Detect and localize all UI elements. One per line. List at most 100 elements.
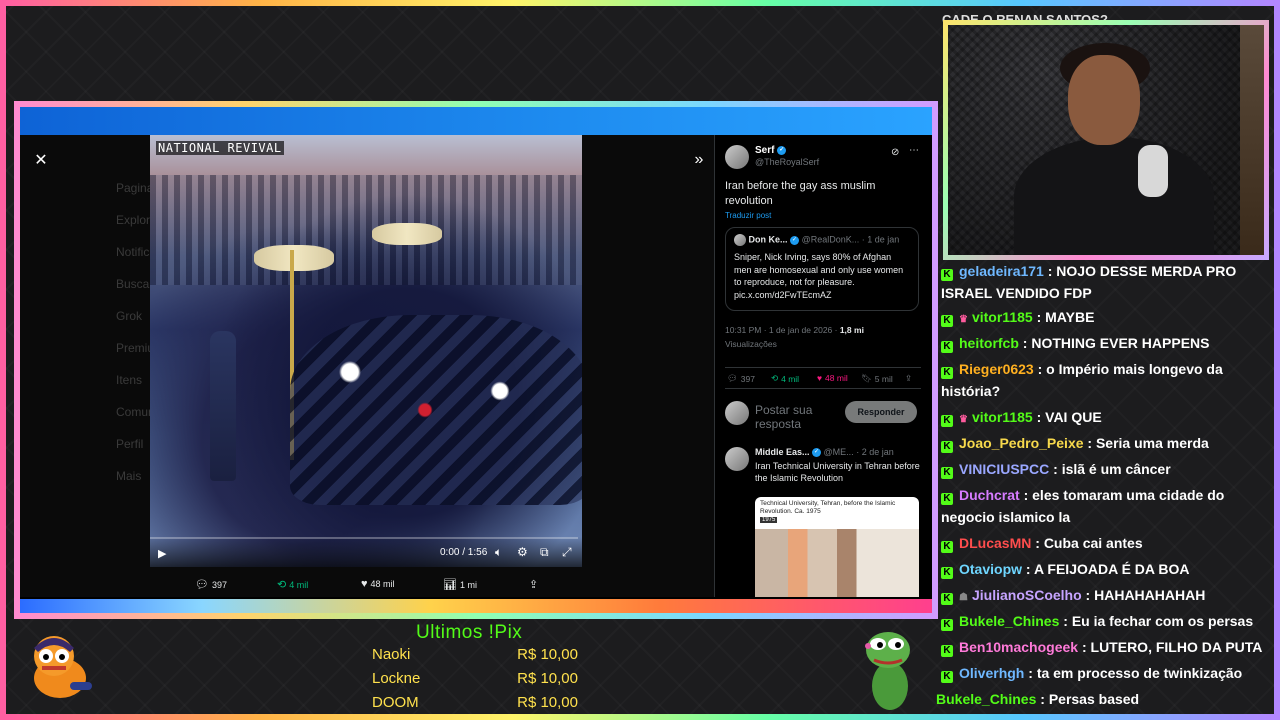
kick-icon: K <box>941 341 953 353</box>
repost-action[interactable]: ⟲ 4 mil <box>771 373 799 384</box>
heart-icon: ♥ <box>817 373 823 383</box>
kick-icon: K <box>941 467 953 479</box>
pix-amount: R$ 10,00 <box>517 646 578 663</box>
chat-username[interactable]: Bukele_Chines <box>936 691 1036 707</box>
chat-username[interactable]: JiulianoSCoelho <box>972 587 1082 603</box>
like-count: 48 mil <box>370 579 395 589</box>
quote-date: · 1 de jan <box>861 234 900 245</box>
more-icon[interactable]: ⋯ <box>909 145 919 156</box>
chat-username[interactable]: Rieger0623 <box>959 361 1034 377</box>
chat-message: Kheitorfcb : NOTHING EVER HAPPENS <box>941 332 1263 354</box>
like-stat[interactable]: ♥ 48 mil <box>361 578 395 590</box>
streamer-body <box>1014 137 1214 255</box>
volume-icon[interactable]: 🔈︎ <box>495 545 502 560</box>
mascot-icon <box>34 636 92 698</box>
chat-message: K Otaviopw : A FEIJOADA É DA BOA <box>941 558 1263 580</box>
chat-username[interactable]: geladeira171 <box>959 263 1044 279</box>
post-views-count: 1,8 mi <box>839 325 864 335</box>
video-crowd <box>150 175 582 285</box>
chat-text: Eu ia fechar com os persas <box>1071 613 1254 629</box>
play-icon[interactable]: ▶ <box>158 547 166 560</box>
reply-composer: Postar sua resposta Responder <box>725 397 921 433</box>
chat-text: LUTERO, FILHO DA PUTA <box>1090 639 1263 655</box>
verified-icon: ✓ <box>777 145 787 155</box>
share-icon[interactable]: ⇪ <box>905 373 912 384</box>
video-eagle-standard <box>254 245 334 271</box>
chat-message: K VINICIUSPCC : islã é um câncer <box>941 458 1263 480</box>
reply-stat[interactable]: 💬︎ 397 <box>195 578 227 591</box>
reply-date: · 2 de jan <box>856 447 894 457</box>
pip-icon[interactable]: ⧉ <box>540 545 549 560</box>
kick-icon: K <box>941 367 953 379</box>
repost-stat[interactable]: ⟲ 4 mil <box>277 578 308 591</box>
chat-username[interactable]: DLucasMN <box>959 535 1031 551</box>
chat-username[interactable]: Otaviopw <box>959 561 1022 577</box>
chat-username[interactable]: Ben10machogeek <box>959 639 1078 655</box>
chat-username[interactable]: Bukele_Chines <box>959 613 1059 629</box>
pix-amount: R$ 10,00 <box>517 694 578 711</box>
chat-message: K Joao_Pedro_Peixe : Seria uma merda <box>941 432 1263 454</box>
post-author-name[interactable]: Serf ✓ <box>755 145 787 156</box>
quote-author-name: Don Ke... <box>748 234 788 245</box>
chat-username[interactable]: Joao_Pedro_Peixe <box>959 435 1084 451</box>
reply-input[interactable]: Postar sua resposta <box>755 403 835 431</box>
like-action[interactable]: ♥ 48 mil <box>817 373 848 383</box>
chat-username[interactable]: Duchcrat <box>959 487 1020 503</box>
post-views-label: Visualizações <box>725 339 777 349</box>
grok-icon[interactable]: ⊘ <box>891 147 899 158</box>
reply-image-photo <box>755 529 919 597</box>
heart-icon: ♥ <box>361 578 368 590</box>
post-panel: Serf ✓ @TheRoyalSerf ⊘ ⋯ Iran before the… <box>714 135 930 597</box>
video-player[interactable]: NATIONAL REVIVAL <box>150 135 582 567</box>
reply-count: 397 <box>740 373 755 384</box>
like-count: 48 mil <box>825 373 848 383</box>
share-icon[interactable]: ⇪ <box>529 578 538 591</box>
chat-text: islã é um câncer <box>1061 461 1171 477</box>
reply-header: Middle Eas... ✓ @ME... · 2 de jan <box>755 447 921 458</box>
close-icon[interactable]: ✕ <box>28 147 54 173</box>
kick-icon: K <box>941 645 953 657</box>
post-author-handle[interactable]: @TheRoyalSerf <box>755 157 819 167</box>
video-officer <box>210 331 236 481</box>
avatar[interactable] <box>725 145 749 169</box>
chevrons-right-icon[interactable]: » <box>686 147 712 173</box>
kick-icon: K <box>941 315 953 327</box>
gear-icon[interactable]: ⚙︎ <box>517 545 528 559</box>
pix-donor: DOOM <box>372 694 419 711</box>
reply-button[interactable]: Responder <box>845 401 917 423</box>
webcam-frame <box>943 20 1269 260</box>
post-meta: 10:31 PM · 1 de jan de 2026 · 1,8 mi Vis… <box>725 323 864 351</box>
ghost-nav-item: Grok <box>116 309 143 323</box>
views-icon: 📊︎ <box>443 579 457 591</box>
kick-icon: K <box>941 671 953 683</box>
views-stat[interactable]: 📊︎ 1 mi <box>443 578 477 591</box>
video-progress-bar[interactable] <box>150 537 578 539</box>
badge-icon: ☗ <box>959 592 968 603</box>
reply-action[interactable]: 💬︎ 397 <box>727 373 755 384</box>
quoted-post[interactable]: Don Ke... ✓ @RealDonK... · 1 de jan Snip… <box>725 227 919 311</box>
avatar[interactable] <box>725 447 749 471</box>
chat-text: HAHAHAHAHAH <box>1094 587 1206 603</box>
chat-text: NOTHING EVER HAPPENS <box>1031 335 1210 351</box>
quote-header: Don Ke... ✓ @RealDonK... · 1 de jan <box>734 234 910 246</box>
ghost-nav-item: Mais <box>116 469 142 483</box>
chat-username[interactable]: vitor1185 <box>972 409 1033 425</box>
avatar <box>725 401 749 425</box>
pix-donor: Naoki <box>372 646 411 663</box>
chat-username[interactable]: VINICIUSPCC <box>959 461 1049 477</box>
repost-count: 4 mil <box>289 579 309 590</box>
chat-username[interactable]: vitor1185 <box>972 309 1033 325</box>
fullscreen-icon[interactable]: ⤢ <box>562 545 572 560</box>
kick-icon: K <box>941 415 953 427</box>
webcam <box>948 25 1264 255</box>
chat-message: K Rieger0623 : o Império mais longevo da … <box>941 361 1223 399</box>
chat-text: Persas based <box>1048 691 1140 707</box>
chat-username[interactable]: Oliverhgh <box>959 665 1024 681</box>
translate-link[interactable]: Traduzir post <box>725 211 771 220</box>
screen-capture: Pagina Inicial Explorar Notificações Bus… <box>14 101 938 619</box>
bookmark-action[interactable]: 🔖︎ 5 mil <box>861 373 893 384</box>
chat-text: VAI QUE <box>1045 409 1102 425</box>
reply-image[interactable]: Technical University, Tehran, before the… <box>755 497 919 597</box>
chat-username[interactable]: heitorfcb <box>959 335 1019 351</box>
chat-message: K Oliverhgh : ta em processo de twinkizaç… <box>941 662 1263 684</box>
